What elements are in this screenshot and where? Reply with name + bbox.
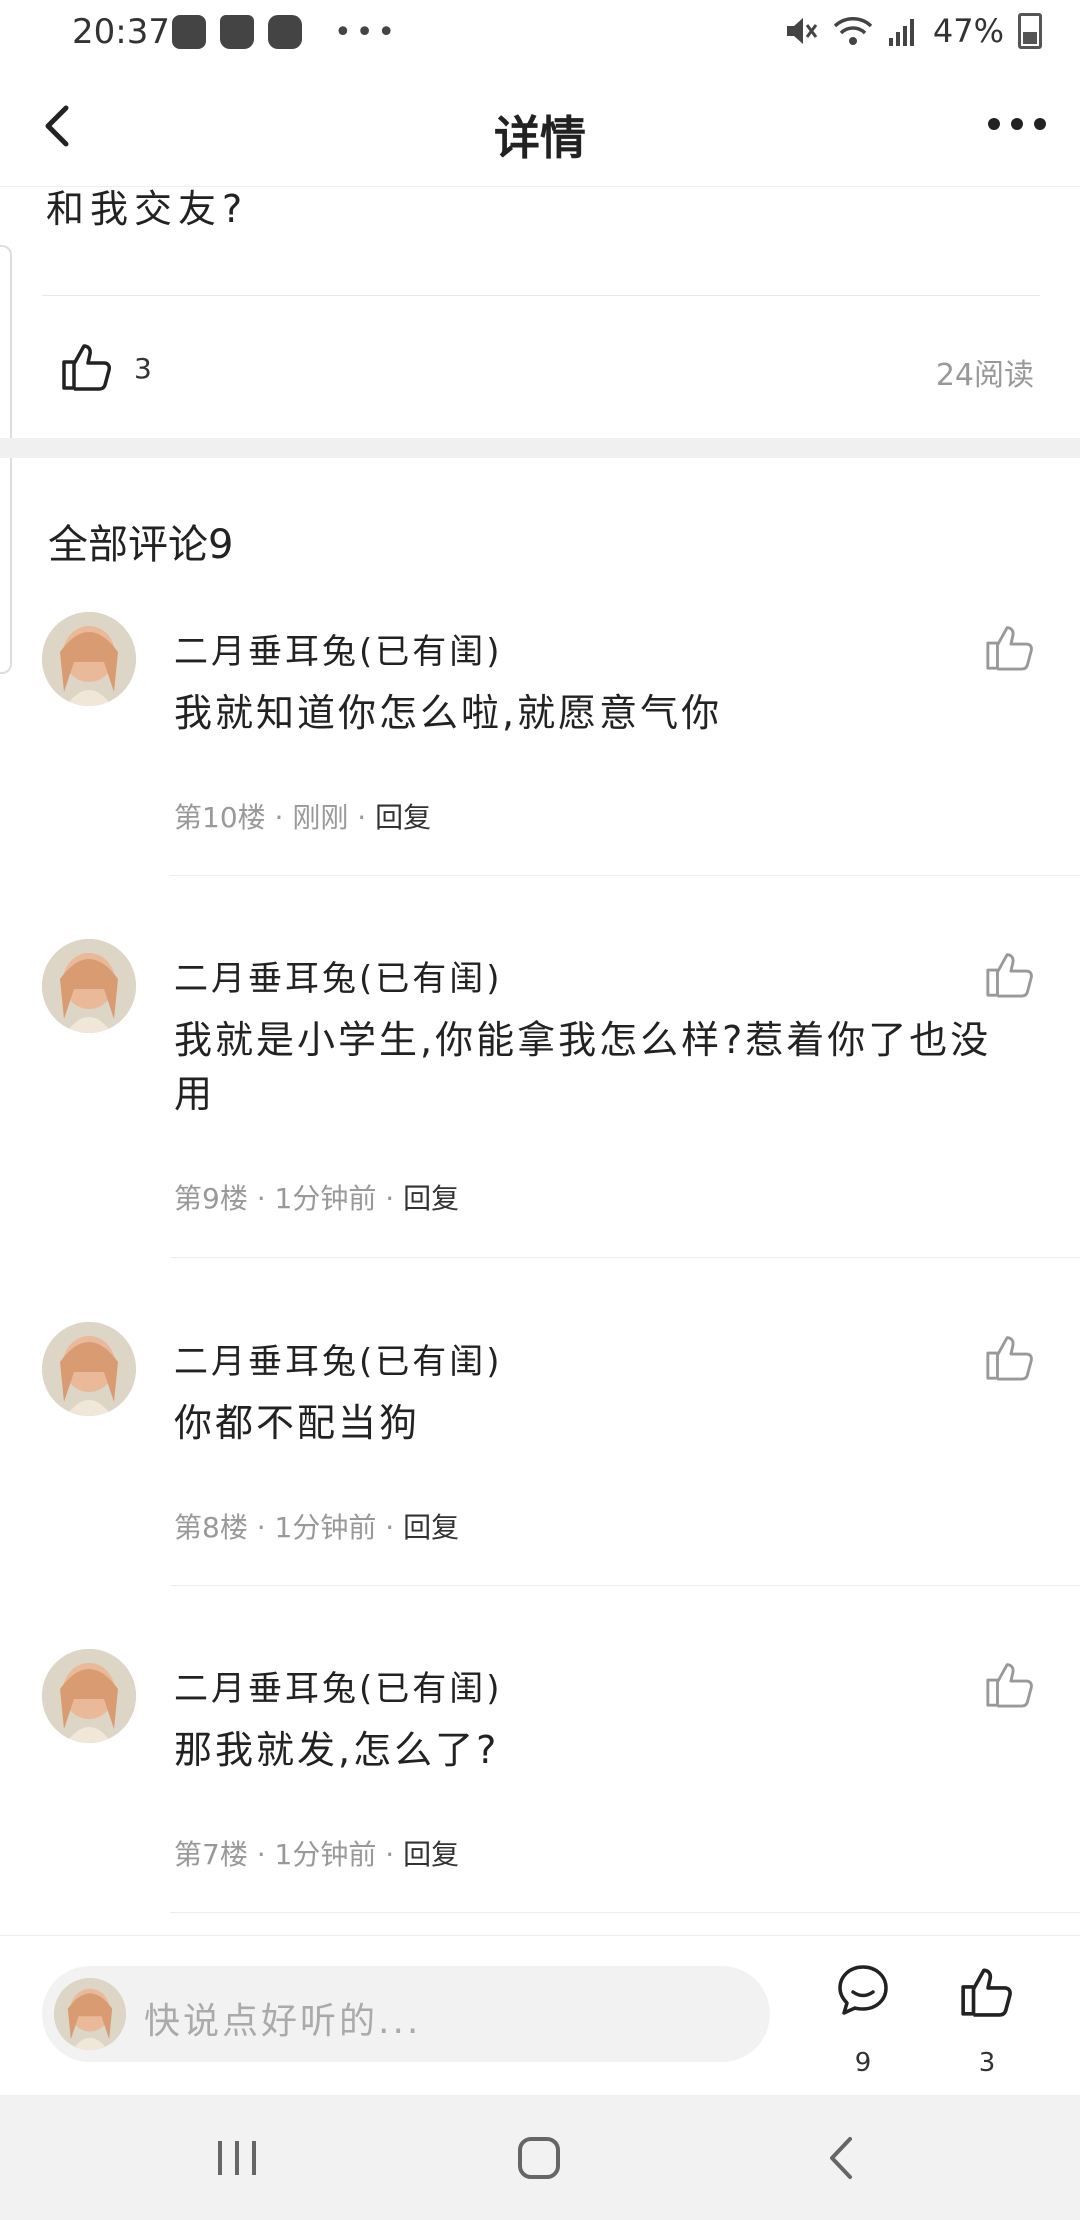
- avatar-image: [42, 1322, 136, 1416]
- avatar[interactable]: [42, 612, 136, 706]
- divider: [170, 875, 1080, 876]
- divider: [170, 1585, 1080, 1586]
- comment-input-bar: 快说点好听的... 9 3: [0, 1935, 1080, 2096]
- post-like-count: 3: [134, 352, 152, 385]
- divider: [170, 1912, 1080, 1913]
- like-button[interactable]: 3: [942, 1956, 1032, 2078]
- comment-author[interactable]: 二月垂耳兔(已有闺): [174, 1661, 503, 1710]
- comment-input[interactable]: 快说点好听的...: [42, 1966, 770, 2062]
- wifi-icon: [833, 17, 873, 45]
- reply-button[interactable]: 回复: [403, 1182, 459, 1215]
- post-view-count: 24阅读: [935, 358, 1034, 393]
- avatar[interactable]: [42, 1649, 136, 1743]
- comment-floor: 第10楼: [174, 801, 266, 834]
- recents-icon[interactable]: [212, 2135, 262, 2181]
- app-notification-icon: [268, 15, 302, 49]
- reply-button[interactable]: 回复: [403, 1838, 459, 1871]
- comment-item: 二月垂耳兔(已有闺) 那我就发,怎么了? 第7楼 · 1分钟前 · 回复: [0, 1627, 1080, 1955]
- gallery-icon: [172, 15, 206, 49]
- home-icon[interactable]: [514, 2133, 564, 2183]
- comment-text: 我就是小学生,你能拿我怎么样?惹着你了也没用: [174, 1018, 992, 1116]
- avatar[interactable]: [42, 1322, 136, 1416]
- thumbs-up-icon[interactable]: [984, 1657, 1036, 1709]
- more-notifications-icon: •••: [334, 14, 400, 50]
- comment-meta: 第9楼 · 1分钟前 · 回复: [174, 1182, 460, 1215]
- avatar[interactable]: [42, 939, 136, 1033]
- chat-bubble-icon: [838, 1965, 888, 2015]
- header: 详情: [0, 66, 1080, 187]
- like-count: 3: [978, 2048, 996, 2078]
- avatar: [54, 1978, 126, 2050]
- comment-time: 1分钟前: [274, 1838, 377, 1871]
- system-nav-bar: [0, 2095, 1080, 2220]
- comment-meta: 第10楼 · 刚刚 · 回复: [174, 801, 432, 834]
- comment-text: 你都不配当狗: [174, 1401, 421, 1445]
- status-time: 20:37: [72, 12, 170, 52]
- status-bar: 20:37 ••• 47%: [0, 0, 1080, 66]
- thumbs-up-icon: [961, 1968, 1012, 2017]
- battery-icon: [1018, 13, 1042, 49]
- comments-button[interactable]: 9: [818, 1956, 908, 2078]
- comment-count: 9: [854, 2048, 872, 2078]
- comment-text: 我就知道你怎么啦,就愿意气你: [174, 691, 723, 735]
- thumbs-up-icon[interactable]: [984, 620, 1036, 672]
- more-dots-icon[interactable]: [982, 94, 1052, 154]
- section-separator: [0, 438, 1080, 458]
- signal-icon: [888, 19, 914, 46]
- avatar-image: [54, 1978, 126, 2050]
- comment-meta: 第7楼 · 1分钟前 · 回复: [174, 1838, 460, 1871]
- battery-percent: 47%: [932, 12, 1004, 50]
- thumbs-up-icon[interactable]: [60, 338, 114, 392]
- comment-floor: 第9楼: [174, 1182, 248, 1215]
- comment-item: 二月垂耳兔(已有闺) 我就知道你怎么啦,就愿意气你 第10楼 · 刚刚 · 回复: [0, 590, 1080, 918]
- post-content-tail: 和我交友?: [46, 187, 249, 231]
- status-right: 47%: [783, 12, 1042, 50]
- comment-floor: 第7楼: [174, 1838, 248, 1871]
- back-icon[interactable]: [818, 2133, 868, 2183]
- comment-meta: 第8楼 · 1分钟前 · 回复: [174, 1511, 460, 1544]
- divider: [42, 295, 1040, 296]
- divider: [170, 1257, 1080, 1258]
- comments-section-title: 全部评论9: [48, 522, 234, 568]
- reply-button[interactable]: 回复: [403, 1511, 459, 1544]
- avatar-image: [42, 939, 136, 1033]
- comment-time: 1分钟前: [274, 1182, 377, 1215]
- input-placeholder: 快说点好听的...: [144, 2001, 422, 2042]
- page-title: 详情: [494, 111, 586, 165]
- notification-icons: •••: [172, 14, 399, 50]
- reply-button[interactable]: 回复: [375, 801, 431, 834]
- thumbs-up-icon[interactable]: [984, 947, 1036, 999]
- comment-author[interactable]: 二月垂耳兔(已有闺): [174, 624, 503, 673]
- comment-time: 刚刚: [292, 801, 349, 834]
- comment-text: 那我就发,怎么了?: [174, 1728, 500, 1772]
- avatar-image: [42, 612, 136, 706]
- avatar-image: [42, 1649, 136, 1743]
- comment-item: 二月垂耳兔(已有闺) 你都不配当狗 第8楼 · 1分钟前 · 回复: [0, 1300, 1080, 1628]
- comment-time: 1分钟前: [274, 1511, 377, 1544]
- thumbs-up-icon[interactable]: [984, 1330, 1036, 1382]
- comment-author[interactable]: 二月垂耳兔(已有闺): [174, 951, 503, 1000]
- mute-icon: [786, 18, 818, 44]
- comment-item: 二月垂耳兔(已有闺) 我就是小学生,你能拿我怎么样?惹着你了也没用 第9楼 · …: [0, 917, 1080, 1300]
- comment-author[interactable]: 二月垂耳兔(已有闺): [174, 1334, 503, 1383]
- comment-floor: 第8楼: [174, 1511, 248, 1544]
- shopping-bag-icon: [220, 15, 254, 49]
- post-stats: 3 24阅读: [0, 300, 1080, 430]
